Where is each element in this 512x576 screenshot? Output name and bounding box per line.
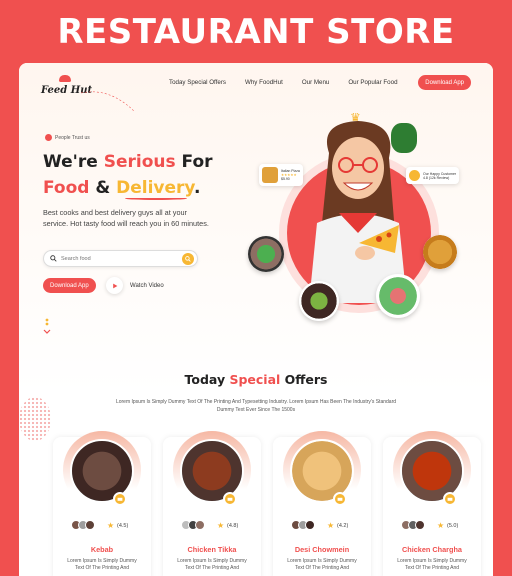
headline-highlight-food: Food	[43, 178, 90, 198]
main-nav: Today Special Offers Why FoodHut Our Men…	[169, 79, 398, 86]
hero-download-button[interactable]: Download App	[43, 278, 96, 293]
search-button[interactable]	[182, 253, 194, 265]
section-title-text: Today	[184, 372, 230, 387]
pizza-price: $5.90	[281, 177, 290, 181]
food-plate-fried-chicken	[423, 235, 457, 269]
hero-description: Best cooks and best delivery guys all at…	[43, 208, 209, 228]
reviewer-avatars	[181, 520, 205, 530]
search-input[interactable]	[61, 255, 171, 262]
food-plate-salad	[248, 236, 284, 272]
nav-link-our-menu[interactable]: Our Menu	[302, 79, 330, 86]
section-title-text: Offers	[280, 372, 328, 387]
dish-description: Lorem Ipsum Is Simply Dummy Text Of The …	[397, 558, 467, 571]
nav-download-button[interactable]: Download App	[418, 75, 471, 90]
happy-customer-title: Our Happy Customer	[423, 171, 457, 176]
scroll-down-icon[interactable]	[43, 318, 51, 338]
food-plate-veggie	[376, 274, 420, 318]
happy-customer-rating: 4.8 (12k Review)	[423, 175, 450, 180]
cart-icon[interactable]	[333, 492, 347, 506]
headline-text: For	[175, 152, 213, 172]
reviewer-avatars	[71, 520, 95, 530]
food-herbs	[391, 123, 417, 153]
nav-link-popular-food[interactable]: Our Popular Food	[348, 79, 397, 86]
dish-name[interactable]: Chicken Tikka	[163, 545, 261, 554]
dish-name[interactable]: Desi Chowmein	[273, 545, 371, 554]
search-icon	[185, 256, 191, 262]
play-icon	[112, 283, 117, 288]
pizza-thumbnail	[262, 167, 278, 183]
website-preview: Feed Hut Today Special Offers Why FoodHu…	[19, 63, 493, 576]
banner-title: RESTAURANT STORE	[57, 12, 455, 52]
dish-rating: (4.2)	[337, 523, 349, 529]
section-title: Today Special Offers	[19, 372, 493, 387]
cart-icon[interactable]	[223, 492, 237, 506]
dish-description: Lorem Ipsum Is Simply Dummy Text Of The …	[177, 558, 247, 571]
dish-description: Lorem Ipsum Is Simply Dummy Text Of The …	[287, 558, 357, 571]
star-icon: ★	[217, 521, 225, 530]
logo-hat-icon	[59, 75, 71, 82]
headline-text: &	[89, 178, 117, 198]
headline-text: .	[193, 178, 201, 198]
smiley-icon	[409, 170, 420, 181]
dish-rating: (4.8)	[227, 523, 239, 529]
section-subtitle: Lorem Ipsum Is Simply Dummy Text Of The …	[115, 399, 397, 413]
reviewer-avatars	[401, 520, 425, 530]
cart-icon[interactable]	[113, 492, 127, 506]
svg-text:♛: ♛	[350, 113, 361, 124]
section-title-highlight: Special	[229, 372, 281, 387]
decorative-dot-pattern	[19, 397, 51, 441]
food-search-bar	[43, 250, 198, 267]
decorative-dashed-line	[80, 91, 135, 112]
dish-card-chicken-chargha[interactable]: ★ (5.0) Chicken Chargha Lorem Ipsum Is S…	[383, 431, 481, 576]
trust-badge: People Trust us	[45, 134, 90, 141]
dish-name[interactable]: Chicken Chargha	[383, 545, 481, 554]
food-plate-noodles	[299, 281, 339, 321]
headline-text: We're	[43, 152, 104, 172]
nav-link-special-offers[interactable]: Today Special Offers	[169, 79, 226, 86]
headline-highlight-serious: Serious	[103, 152, 176, 172]
star-icon: ★	[327, 521, 335, 530]
star-icon: ★	[437, 521, 445, 530]
play-video-button[interactable]	[106, 277, 123, 294]
trust-badge-label: People Trust us	[55, 134, 90, 141]
watch-video-label[interactable]: Watch Video	[130, 283, 164, 289]
hero-headline: We're Serious For Food & Delivery.	[43, 149, 213, 201]
star-icon: ★	[107, 521, 115, 530]
special-offer-cards: ★ (4.5) Kebab Lorem Ipsum Is Simply Dumm…	[53, 431, 481, 576]
dish-name[interactable]: Kebab	[53, 545, 151, 554]
nav-link-why-foodhut[interactable]: Why FoodHut	[245, 79, 283, 86]
happy-customer-card: Our Happy Customer 4.8 (12k Review)	[406, 167, 460, 184]
dish-rating: (4.5)	[117, 523, 129, 529]
cart-icon[interactable]	[443, 492, 457, 506]
dish-card-kebab[interactable]: ★ (4.5) Kebab Lorem Ipsum Is Simply Dumm…	[53, 431, 151, 576]
pizza-price-card[interactable]: Italian Pizza ★★★★★ $5.90	[259, 164, 303, 186]
headline-underline	[125, 197, 187, 200]
dish-card-chicken-tikka[interactable]: ★ (4.8) Chicken Tikka Lorem Ipsum Is Sim…	[163, 431, 261, 576]
heart-icon	[45, 134, 52, 141]
search-icon	[50, 255, 57, 262]
dish-rating: (5.0)	[447, 523, 459, 529]
page-banner: RESTAURANT STORE	[0, 0, 512, 64]
reviewer-avatars	[291, 520, 315, 530]
dish-card-desi-chowmein[interactable]: ★ (4.2) Desi Chowmein Lorem Ipsum Is Sim…	[273, 431, 371, 576]
headline-highlight-delivery: Delivery	[116, 178, 194, 198]
dish-description: Lorem Ipsum Is Simply Dummy Text Of The …	[67, 558, 137, 571]
